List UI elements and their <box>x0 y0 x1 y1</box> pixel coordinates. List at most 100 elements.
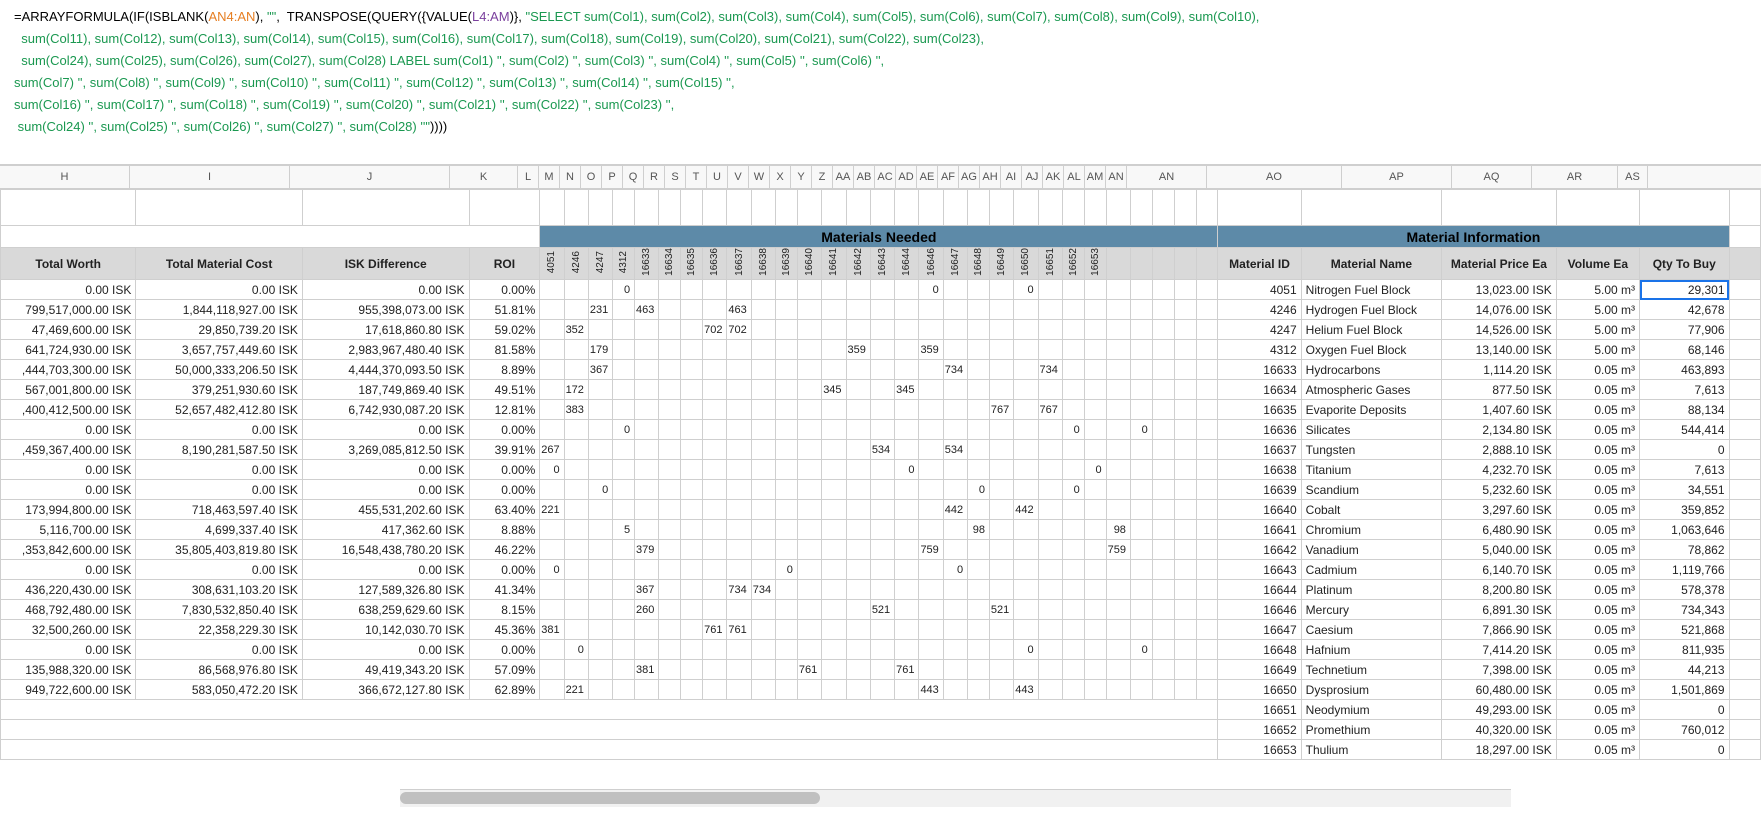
cell[interactable] <box>635 360 659 380</box>
cell[interactable] <box>588 280 612 300</box>
cell[interactable] <box>968 280 990 300</box>
cell-material-id[interactable]: 16653 <box>1263 743 1296 757</box>
cell-volume[interactable]: 0.05 m³ <box>1594 683 1635 697</box>
cell[interactable] <box>1174 360 1196 380</box>
cell[interactable] <box>1084 440 1106 460</box>
cell[interactable] <box>1014 400 1038 420</box>
cell[interactable] <box>564 540 588 560</box>
cell[interactable] <box>797 460 821 480</box>
cell-qty-to-buy[interactable]: 29,301 <box>1688 283 1725 297</box>
cell[interactable] <box>751 460 775 480</box>
cell[interactable] <box>540 340 564 360</box>
cell-material-name[interactable]: Atmospheric Gases <box>1306 383 1411 397</box>
cell[interactable] <box>1152 400 1174 420</box>
cell[interactable]: 0 <box>540 460 564 480</box>
cell[interactable] <box>968 660 990 680</box>
cell[interactable] <box>703 520 727 540</box>
cell-material-name[interactable]: Technetium <box>1306 663 1367 677</box>
header-material-name[interactable]: Material Name <box>1301 248 1442 280</box>
cell[interactable] <box>564 620 588 640</box>
header-material-price[interactable]: Material Price Ea <box>1442 248 1557 280</box>
cell[interactable] <box>1729 248 1760 280</box>
cell[interactable] <box>681 440 703 460</box>
cell[interactable] <box>1729 400 1760 420</box>
cell[interactable] <box>727 600 751 620</box>
cell-material-id[interactable]: 16644 <box>1263 583 1296 597</box>
cell[interactable] <box>822 600 846 620</box>
column-letter[interactable]: L <box>518 166 539 188</box>
cell-material-price[interactable]: 5,232.60 ISK <box>1482 483 1551 497</box>
cell[interactable] <box>989 580 1013 600</box>
cell[interactable] <box>870 380 894 400</box>
cell[interactable] <box>846 420 870 440</box>
cell[interactable] <box>588 420 612 440</box>
cell[interactable] <box>895 520 919 540</box>
cell[interactable] <box>822 620 846 640</box>
cell[interactable] <box>797 380 821 400</box>
cell[interactable] <box>681 640 703 660</box>
cell[interactable] <box>822 540 846 560</box>
cell[interactable]: 179 <box>588 340 612 360</box>
cell[interactable] <box>776 380 798 400</box>
cell[interactable] <box>659 660 681 680</box>
cell[interactable] <box>895 480 919 500</box>
column-letter[interactable]: AQ <box>1452 166 1532 188</box>
cell-mat-qty[interactable]: 0 <box>553 564 559 576</box>
cell-total-worth[interactable]: 567,001,800.00 ISK <box>25 383 131 397</box>
cell[interactable] <box>613 500 635 520</box>
cell[interactable] <box>659 420 681 440</box>
cell-material-name[interactable]: Mercury <box>1306 603 1349 617</box>
cell-total-mat-cost[interactable]: 0.00 ISK <box>252 463 298 477</box>
cell[interactable] <box>727 560 751 580</box>
cell[interactable] <box>1014 600 1038 620</box>
cell-material-name[interactable]: Caesium <box>1306 623 1353 637</box>
cell-total-worth[interactable]: 949,722,600.00 ISK <box>25 683 131 697</box>
cell[interactable] <box>1106 440 1130 460</box>
cell[interactable] <box>703 640 727 660</box>
cell[interactable]: 172 <box>564 380 588 400</box>
cell-total-worth[interactable]: 799,517,000.00 ISK <box>25 303 131 317</box>
cell[interactable] <box>703 600 727 620</box>
cell[interactable] <box>1729 740 1760 760</box>
cell-roi[interactable]: 45.36% <box>495 623 536 637</box>
cell-isk-diff[interactable]: 10,142,030.70 ISK <box>365 623 464 637</box>
cell[interactable] <box>1196 500 1218 520</box>
cell[interactable] <box>703 500 727 520</box>
cell[interactable] <box>822 300 846 320</box>
cell[interactable] <box>751 560 775 580</box>
cell-mat-qty[interactable]: 98 <box>973 524 985 536</box>
cell[interactable] <box>1130 500 1152 520</box>
header-mat-col[interactable]: 16643 <box>870 248 894 280</box>
cell[interactable] <box>776 400 798 420</box>
cell[interactable] <box>797 500 821 520</box>
cell[interactable] <box>635 190 659 226</box>
cell-mat-qty[interactable]: 734 <box>1040 364 1058 376</box>
cell[interactable] <box>822 680 846 700</box>
cell[interactable] <box>613 380 635 400</box>
cell-material-id[interactable]: 16649 <box>1263 663 1296 677</box>
cell[interactable] <box>1014 320 1038 340</box>
cell-material-id[interactable]: 16639 <box>1263 483 1296 497</box>
cell[interactable] <box>870 420 894 440</box>
cell-total-worth[interactable]: 641,724,930.00 ISK <box>25 343 131 357</box>
cell-roi[interactable]: 0.00% <box>501 483 535 497</box>
header-mat-col[interactable] <box>1106 248 1130 280</box>
cell[interactable]: 0 <box>1014 640 1038 660</box>
cell[interactable] <box>1174 480 1196 500</box>
cell[interactable] <box>919 420 943 440</box>
column-letter[interactable]: V <box>728 166 749 188</box>
cell[interactable] <box>1130 580 1152 600</box>
cell[interactable]: 0 <box>895 460 919 480</box>
cell[interactable] <box>846 480 870 500</box>
cell[interactable]: 759 <box>919 540 943 560</box>
cell-total-mat-cost[interactable]: 8,190,281,587.50 ISK <box>182 443 298 457</box>
cell-mat-qty[interactable]: 267 <box>541 444 559 456</box>
cell[interactable] <box>1152 190 1174 226</box>
cell[interactable] <box>1174 500 1196 520</box>
cell[interactable] <box>776 540 798 560</box>
cell[interactable] <box>1196 480 1218 500</box>
cell-material-price[interactable]: 7,398.00 ISK <box>1482 663 1551 677</box>
cell[interactable] <box>1084 640 1106 660</box>
cell[interactable] <box>751 640 775 660</box>
cell[interactable] <box>1130 520 1152 540</box>
